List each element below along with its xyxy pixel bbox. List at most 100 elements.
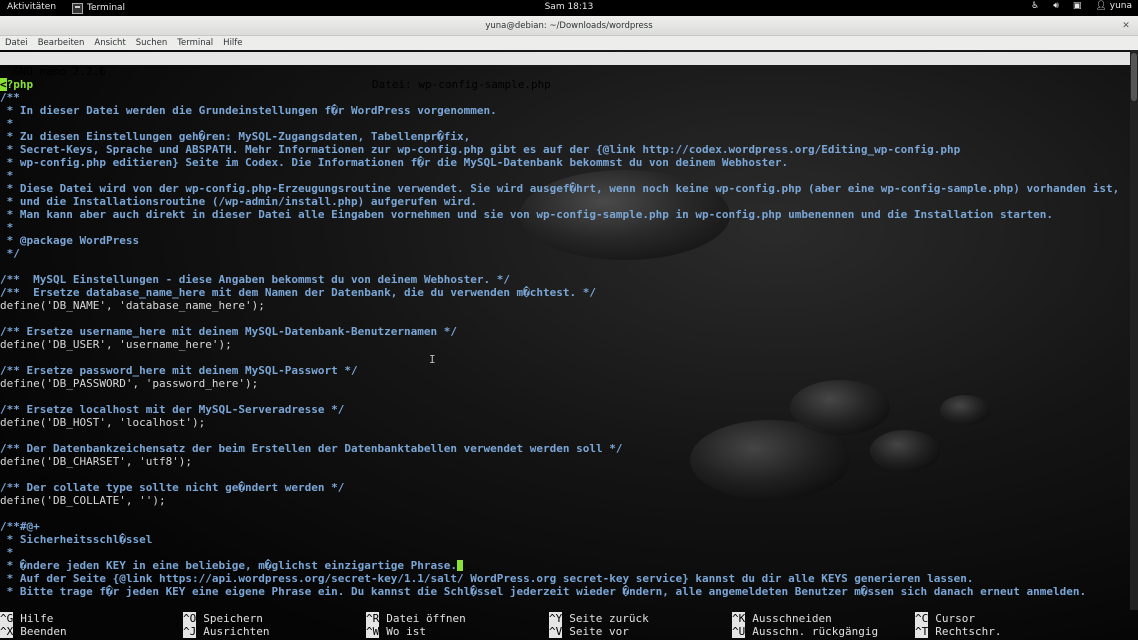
code-line: /** Ersetze database_name_here mit dem N…: [0, 286, 597, 299]
text-cursor: <: [0, 78, 7, 91]
shortcut-key: ^J: [183, 625, 197, 638]
shortcut-key: ^K: [732, 612, 746, 625]
shortcut-label: Datei öffnen: [386, 612, 466, 625]
shortcut-label: Rechtschr.: [935, 625, 1002, 638]
shortcut-key: ^Y: [549, 612, 563, 625]
scrollbar-thumb[interactable]: [1131, 53, 1137, 101]
shortcut-wo-ist: ^W Wo ist: [366, 625, 426, 638]
shortcut-key: ^X: [0, 625, 14, 638]
code-line: * Man kann aber auch direkt in dieser Da…: [0, 208, 1053, 221]
shortcut-beenden: ^X Beenden: [0, 625, 67, 638]
shortcut-label: Ausrichten: [203, 625, 270, 638]
code-line: *: [0, 169, 14, 182]
shortcut-speichern: ^O Speichern: [183, 612, 263, 625]
code-line: define('DB_HOST', 'localhost');: [0, 416, 206, 429]
network-icon[interactable]: ▣: [1073, 1, 1082, 11]
shortcut-seite-zurück: ^Y Seite zurück: [549, 612, 649, 625]
shortcut-label: Beenden: [20, 625, 67, 638]
code-line: /** Ersetze localhost mit der MySQL-Serv…: [0, 403, 345, 416]
code-line: define('DB_NAME', 'database_name_here');: [0, 299, 265, 312]
code-line: define('DB_USER', 'username_here');: [0, 338, 232, 351]
code-line: * In dieser Datei werden die Grundeinste…: [0, 104, 497, 117]
window-titlebar[interactable]: yuna@debian: ~/Downloads/wordpress ✕: [0, 16, 1138, 36]
shortcut-key: ^U: [732, 625, 746, 638]
nano-shortcut-bar: ^G Hilfe ^X Beenden ^O Speichern ^J Ausrichten ^…: [0, 612, 1130, 640]
close-icon[interactable]: ✕: [1120, 20, 1132, 32]
gnome-top-bar: Aktivitäten Terminal Sam 18:13 ♿ 🔊︎ ▣ 👤︎…: [0, 0, 1138, 16]
shortcut-ausrichten: ^J Ausrichten: [183, 625, 269, 638]
code-text: ?php: [6, 78, 34, 91]
code-line: * Diese Datei wird von der wp-config.php…: [0, 182, 1120, 195]
nano-header: GNU nano 2.2.6 Datei: wp-config-sample.p…: [0, 52, 1130, 91]
shortcut-key: ^V: [549, 625, 563, 638]
code-line: * Zu diesen Einstellungen geh�ren: MySQL…: [0, 130, 471, 143]
code-line: *: [0, 117, 14, 130]
shortcut-label: Seite zurück: [569, 612, 649, 625]
code-line: * Auf der Seite {@link https://api.wordp…: [0, 572, 974, 585]
clock[interactable]: Sam 18:13: [0, 2, 1138, 12]
code-line: /** Der collate type sollte nicht ge�nde…: [0, 481, 345, 494]
shortcut-seite-vor: ^V Seite vor: [549, 625, 629, 638]
code-text: * �ndere jeden KEY in eine beliebige, m�…: [0, 559, 457, 572]
volume-icon[interactable]: 🔊︎: [1053, 1, 1059, 11]
menu-datei[interactable]: Datei: [5, 38, 28, 48]
code-line: define('DB_CHARSET', 'utf8');: [0, 455, 193, 468]
shortcut-ausschn-rückgängig: ^U Ausschn. rückgängig: [732, 625, 878, 638]
code-line: /** Ersetze password_here mit deinem MyS…: [0, 364, 358, 377]
shortcut-key: ^R: [366, 612, 380, 625]
shortcut-label: Ausschn. rückgängig: [752, 625, 879, 638]
shortcut-label: Ausschneiden: [752, 612, 832, 625]
shortcut-cursor: ^C Cursor: [915, 612, 975, 625]
menu-ansicht[interactable]: Ansicht: [94, 38, 125, 48]
code-line: /**#@+: [0, 520, 40, 533]
shortcut-ausschneiden: ^K Ausschneiden: [732, 612, 832, 625]
shortcut-key: ^G: [0, 612, 14, 625]
code-line: define('DB_COLLATE', '');: [0, 494, 166, 507]
system-tray: ♿ 🔊︎ ▣ 👤︎ yuna: [1031, 1, 1132, 11]
code-line: *: [0, 546, 14, 559]
menu-terminal[interactable]: Terminal: [177, 38, 213, 48]
shortcut-key: ^T: [915, 625, 929, 638]
code-line: /** MySQL Einstellungen - diese Angaben …: [0, 273, 510, 286]
code-line: /** Der Datenbankzeichensatz der beim Er…: [0, 442, 623, 455]
shortcut-key: ^W: [366, 625, 380, 638]
nano-version: GNU nano 2.2.6: [13, 65, 106, 78]
code-line: * @package WordPress: [0, 234, 140, 247]
menu-bearbeiten[interactable]: Bearbeiten: [38, 38, 85, 48]
code-line: * wp-config.php editieren} Seite im Code…: [0, 156, 789, 169]
code-line: /** Ersetze username_here mit deinem MyS…: [0, 325, 457, 338]
file-content[interactable]: <?php/** * In dieser Datei werden die Gr…: [0, 78, 1130, 598]
shortcut-key: ^C: [915, 612, 929, 625]
terminal-scrollbar[interactable]: [1130, 50, 1138, 610]
accessibility-icon[interactable]: ♿: [1031, 1, 1039, 11]
code-line: * und die Installationsroutine (/wp-admi…: [0, 195, 477, 208]
selection-marker: [456, 560, 463, 571]
menu-bar: Datei Bearbeiten Ansicht Suchen Terminal…: [0, 36, 1138, 50]
code-line: *: [0, 221, 14, 234]
menu-suchen[interactable]: Suchen: [136, 38, 167, 48]
code-line: /**: [0, 91, 20, 104]
code-line: * Sicherheitsschl�ssel: [0, 533, 153, 546]
menu-hilfe[interactable]: Hilfe: [223, 38, 242, 48]
shortcut-label: Hilfe: [20, 612, 54, 625]
shortcut-label: Seite vor: [569, 625, 629, 638]
code-line: */: [0, 247, 20, 260]
code-line: define('DB_PASSWORD', 'password_here');: [0, 377, 259, 390]
terminal-area[interactable]: GNU nano 2.2.6 Datei: wp-config-sample.p…: [0, 50, 1138, 640]
code-line: * Bitte trage f�r jeden KEY eine eigene …: [0, 585, 1087, 598]
mouse-ibeam-icon: I: [429, 353, 436, 366]
shortcut-hilfe: ^G Hilfe: [0, 612, 53, 625]
user-menu[interactable]: 👤︎ yuna: [1095, 1, 1132, 11]
user-name: yuna: [1109, 1, 1132, 11]
shortcut-label: Speichern: [203, 612, 263, 625]
code-line: * Secret-Keys, Sprache und ABSPATH. Mehr…: [0, 143, 961, 156]
shortcut-rechtschr-: ^T Rechtschr.: [915, 625, 1001, 638]
window-title: yuna@debian: ~/Downloads/wordpress: [485, 21, 653, 31]
code-line: <?php: [0, 78, 1130, 91]
